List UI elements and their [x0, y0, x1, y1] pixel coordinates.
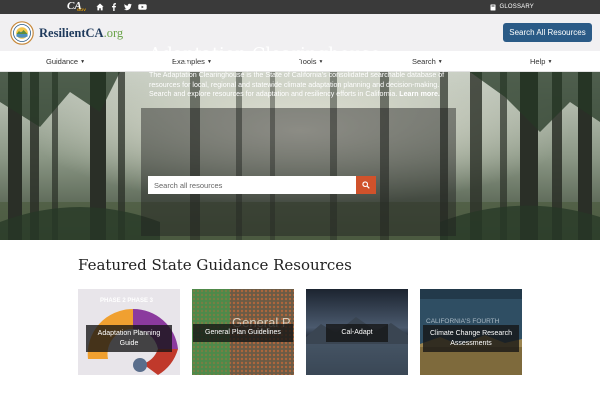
featured-section-title: Featured State Guidance Resources — [78, 256, 352, 274]
card-image-text: PHASE 2 PHASE 3 — [100, 298, 154, 304]
ca-logo-subtext: GOV — [77, 7, 86, 12]
brand-tld: .org — [103, 25, 124, 40]
nav-item-label: Search — [412, 57, 436, 66]
caret-down-icon: ▼ — [437, 58, 443, 65]
card-image-text: CALIFORNIA'S FOURTH — [426, 318, 500, 325]
nav-item-search[interactable]: Search ▼ — [412, 57, 443, 66]
caret-down-icon: ▼ — [80, 58, 86, 65]
nav-item-label: Guidance — [46, 57, 79, 66]
search-icon — [362, 181, 370, 189]
card-label: Adaptation Planning Guide — [86, 325, 172, 352]
book-icon — [490, 4, 496, 10]
hero-text-panel — [141, 108, 456, 236]
search-input[interactable] — [148, 176, 356, 194]
youtube-icon[interactable] — [138, 3, 147, 11]
page-title: Adaptation Clearinghouse — [149, 45, 381, 65]
top-utility-bar: CA GOV GLOSSARY — [0, 0, 600, 14]
hero-description: The Adaptation Clearinghouse is the Stat… — [149, 71, 454, 100]
facebook-icon[interactable] — [110, 3, 118, 11]
nav-item-guidance[interactable]: Guidance ▼ — [46, 57, 85, 66]
search-all-resources-button[interactable]: Search All Resources — [503, 23, 592, 42]
brand-name: ResilientCA — [39, 25, 104, 40]
brand-logo-link[interactable]: ResilientCA .org — [10, 21, 123, 45]
ca-gov-logo[interactable]: CA GOV — [67, 0, 89, 13]
nav-item-help[interactable]: Help ▼ — [530, 57, 552, 66]
card-cal-adapt[interactable]: Cal-Adapt — [306, 289, 408, 375]
resource-search-form — [148, 176, 376, 194]
nav-item-label: Help — [530, 57, 546, 66]
learn-more-link[interactable]: Learn more. — [399, 90, 440, 98]
card-label: Climate Change Research Assessments — [423, 325, 519, 352]
card-label: General Plan Guidelines — [193, 324, 293, 342]
twitter-icon[interactable] — [124, 3, 132, 11]
card-label: Cal-Adapt — [326, 324, 388, 342]
search-submit-button[interactable] — [356, 176, 376, 194]
card-adaptation-planning-guide[interactable]: PHASE 2 PHASE 3 Adaptation Planning Guid… — [78, 289, 180, 375]
resilientca-seal-icon — [10, 21, 34, 45]
glossary-link[interactable]: GLOSSARY — [490, 2, 534, 12]
home-icon[interactable] — [96, 3, 104, 11]
caret-down-icon: ▼ — [547, 58, 553, 65]
glossary-label: GLOSSARY — [499, 4, 534, 10]
card-climate-change-research-assessments[interactable]: CALIFORNIA'S FOURTH Climate Change Resea… — [420, 289, 522, 375]
card-general-plan-guidelines[interactable]: General P General Plan Guidelines — [192, 289, 294, 375]
